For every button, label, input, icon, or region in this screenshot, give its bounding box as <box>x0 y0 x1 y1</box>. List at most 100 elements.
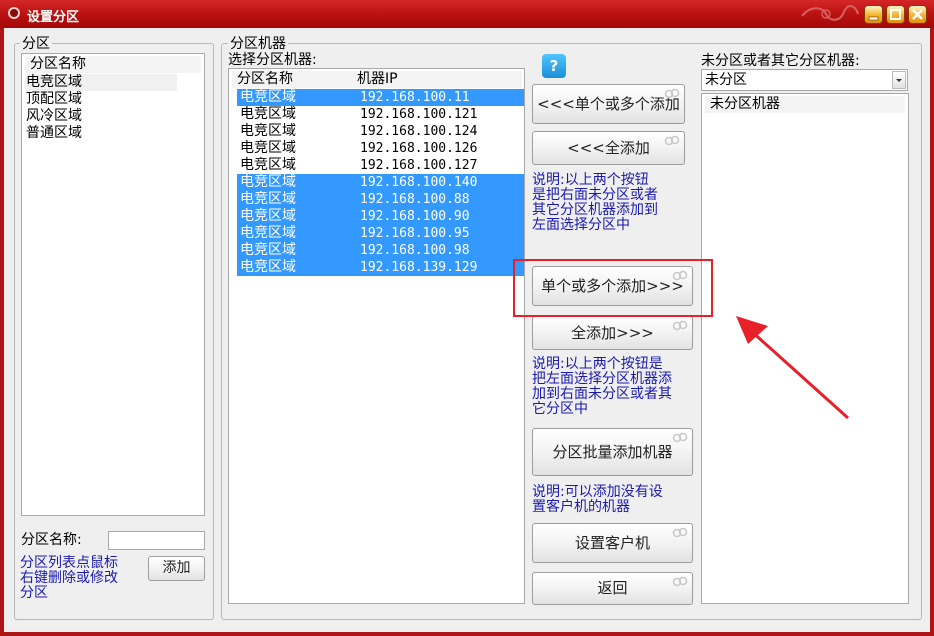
cell-partition-name: 电竞区域 <box>240 123 296 139</box>
add-partition-button[interactable]: 添加 <box>148 556 205 581</box>
list-item[interactable]: 顶配区域 <box>25 91 177 108</box>
partition-list-header: 分区名称 <box>25 56 201 73</box>
cell-machine-ip: 192.168.100.127 <box>360 158 478 173</box>
list-item-label: 顶配区域 <box>26 91 82 107</box>
table-row[interactable]: 电竞区域 192.168.100.90 <box>237 208 524 225</box>
button-label: 分区批量添加机器 <box>552 443 673 461</box>
hint-line: 右键删除或修改 <box>20 570 118 586</box>
partition-select[interactable]: 未分区 <box>701 69 908 91</box>
knot-ornament-icon <box>664 135 680 146</box>
cell-machine-ip: 192.168.100.11 <box>360 90 470 105</box>
knot-ornament-icon <box>672 432 688 443</box>
swirl-ornament-icon <box>801 5 859 21</box>
select-machines-label: 选择分区机器: <box>228 52 317 68</box>
machine-list-header: 分区名称 机器IP <box>232 71 522 88</box>
cell-machine-ip: 192.168.100.124 <box>360 124 478 139</box>
list-item-label: 风冷区域 <box>26 108 82 124</box>
close-icon <box>912 9 923 20</box>
window-title: 设置分区 <box>27 10 80 25</box>
note-line: 说明:以上两个按钮 <box>532 172 649 188</box>
note-line: 说明:以上两个按钮是 <box>532 356 663 372</box>
add-all-left-button[interactable]: <<<全添加 <box>532 131 685 165</box>
list-item-label: 电竞区域 <box>26 74 82 90</box>
hint-line: 分区列表点鼠标 <box>20 555 118 571</box>
note-line: 把左面选择分区机器添 <box>532 371 672 387</box>
cell-machine-ip: 192.168.139.129 <box>360 260 478 275</box>
cell-machine-ip: 192.168.100.95 <box>360 226 470 241</box>
chevron-down-icon <box>896 79 902 82</box>
cell-partition-name: 电竞区域 <box>240 242 296 258</box>
unassigned-list-header: 未分区机器 <box>705 96 905 113</box>
table-row[interactable]: 电竞区域 192.168.100.121 <box>237 106 524 123</box>
note-line: 加到右面未分区或者其 <box>532 386 672 402</box>
hint-line: 分区 <box>20 585 48 601</box>
table-row[interactable]: 电竞区域 192.168.100.98 <box>237 242 524 259</box>
table-row[interactable]: 电竞区域 192.168.100.124 <box>237 123 524 140</box>
list-item[interactable]: 普通区域 <box>25 125 177 142</box>
knot-ornament-icon <box>664 88 680 99</box>
help-icon[interactable]: ? <box>542 54 566 78</box>
cell-machine-ip: 192.168.100.121 <box>360 107 478 122</box>
note-line: 是把右面未分区或者 <box>532 187 658 203</box>
note-line: 置客户机的机器 <box>532 499 630 515</box>
note-add-left: 说明:以上两个按钮 是把右面未分区或者 其它分区机器添加到 左面选择分区中 <box>532 173 658 233</box>
list-item[interactable]: 风冷区域 <box>25 108 177 125</box>
machines-group-label: 分区机器 <box>228 36 288 52</box>
cell-machine-ip: 192.168.100.88 <box>360 192 470 207</box>
minimize-icon <box>868 16 879 21</box>
partition-name-label: 分区名称: <box>21 532 82 548</box>
table-row[interactable]: 电竞区域 192.168.100.11 <box>237 89 524 106</box>
note-line: 其它分区机器添加到 <box>532 202 658 218</box>
table-row[interactable]: 电竞区域 192.168.100.140 <box>237 174 524 191</box>
button-label: 返回 <box>597 579 628 597</box>
cell-machine-ip: 192.168.100.98 <box>360 243 470 258</box>
dropdown-button[interactable] <box>892 71 906 89</box>
app-window: 设置分区 分区 分区名称 电竞区域 顶配区域 风冷区域 普通区域 分区名称: 分… <box>0 0 934 636</box>
cell-partition-name: 电竞区域 <box>240 208 296 224</box>
maximize-button[interactable] <box>886 5 905 24</box>
cell-partition-name: 电竞区域 <box>240 174 296 190</box>
close-button[interactable] <box>908 5 927 24</box>
column-header-name: 分区名称 <box>237 71 293 87</box>
table-row[interactable]: 电竞区域 192.168.139.129 <box>237 259 524 276</box>
button-label: <<<全添加 <box>567 139 650 157</box>
set-client-button[interactable]: 设置客户机 <box>532 523 693 563</box>
back-button[interactable]: 返回 <box>532 572 693 605</box>
partition-list[interactable]: 分区名称 电竞区域 顶配区域 风冷区域 普通区域 <box>21 53 205 516</box>
cell-machine-ip: 192.168.100.140 <box>360 175 478 190</box>
cell-partition-name: 电竞区域 <box>240 157 296 173</box>
button-label: 全添加>>> <box>571 324 654 342</box>
partition-select-value: 未分区 <box>705 72 747 88</box>
minimize-button[interactable] <box>864 5 883 24</box>
table-row[interactable]: 电竞区域 192.168.100.88 <box>237 191 524 208</box>
list-item-label: 普通区域 <box>26 125 82 141</box>
highlight-box <box>513 259 713 317</box>
knot-ornament-icon <box>672 527 688 538</box>
add-all-right-button[interactable]: 全添加>>> <box>532 316 693 350</box>
button-label: 设置客户机 <box>574 534 650 552</box>
list-item[interactable]: 电竞区域 <box>25 74 177 91</box>
table-row[interactable]: 电竞区域 192.168.100.126 <box>237 140 524 157</box>
cell-partition-name: 电竞区域 <box>240 225 296 241</box>
table-row[interactable]: 电竞区域 192.168.100.95 <box>237 225 524 242</box>
partition-name-input[interactable] <box>108 531 205 550</box>
note-batch-add: 说明:可以添加没有设 置客户机的机器 <box>532 485 663 515</box>
button-label: <<<单个或多个添加 <box>537 95 680 113</box>
cell-partition-name: 电竞区域 <box>240 89 296 105</box>
machine-list[interactable]: 分区名称 机器IP 电竞区域 192.168.100.11 电竞区域 192.168.… <box>228 68 525 604</box>
cell-partition-name: 电竞区域 <box>240 191 296 207</box>
cell-partition-name: 电竞区域 <box>240 106 296 122</box>
note-add-right: 说明:以上两个按钮是 把左面选择分区机器添 加到右面未分区或者其 它分区中 <box>532 357 672 417</box>
add-selected-left-button[interactable]: <<<单个或多个添加 <box>532 84 685 124</box>
partition-hint: 分区列表点鼠标 右键删除或修改 分区 <box>20 556 118 601</box>
note-line: 它分区中 <box>532 401 588 417</box>
knot-ornament-icon <box>672 320 688 331</box>
title-bar[interactable]: 设置分区 <box>0 0 934 28</box>
table-row[interactable]: 电竞区域 192.168.100.127 <box>237 157 524 174</box>
maximize-icon <box>890 9 901 20</box>
knot-ornament-icon <box>672 576 688 587</box>
app-icon <box>8 7 20 19</box>
cell-machine-ip: 192.168.100.90 <box>360 209 470 224</box>
note-line: 说明:可以添加没有设 <box>532 484 663 500</box>
batch-add-machines-button[interactable]: 分区批量添加机器 <box>532 428 693 476</box>
